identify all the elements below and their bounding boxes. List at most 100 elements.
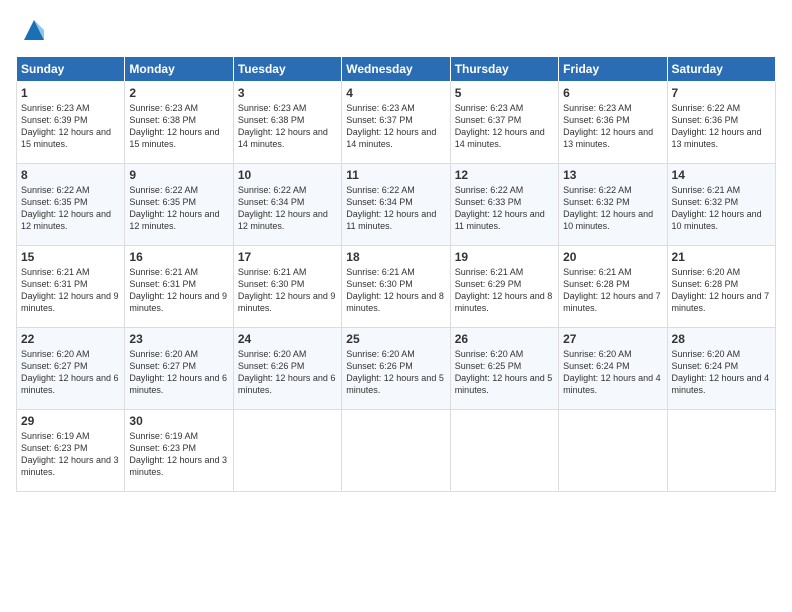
cell-content: Sunrise: 6:23 AMSunset: 6:36 PMDaylight:… <box>563 102 662 151</box>
col-header-saturday: Saturday <box>667 57 775 82</box>
cell-content: Sunrise: 6:23 AMSunset: 6:37 PMDaylight:… <box>455 102 554 151</box>
calendar-cell: 14 Sunrise: 6:21 AMSunset: 6:32 PMDayligh… <box>667 164 775 246</box>
cell-content: Sunrise: 6:23 AMSunset: 6:38 PMDaylight:… <box>238 102 337 151</box>
calendar-cell: 13Sunrise: 6:22 AMSunset: 6:32 PMDayligh… <box>559 164 667 246</box>
col-header-sunday: Sunday <box>17 57 125 82</box>
cell-content: Sunrise: 6:20 AMSunset: 6:25 PMDaylight:… <box>455 348 554 397</box>
calendar-week-2: 8 Sunrise: 6:22 AMSunset: 6:35 PMDaylight… <box>17 164 776 246</box>
calendar-cell: 25 Sunrise: 6:20 AMSunset: 6:26 PMDayligh… <box>342 328 450 410</box>
calendar-week-4: 22 Sunrise: 6:20 AMSunset: 6:27 PMDayligh… <box>17 328 776 410</box>
day-number: 11 <box>346 168 445 182</box>
calendar-cell: 1 Sunrise: 6:23 AMSunset: 6:39 PMDaylight… <box>17 82 125 164</box>
col-header-wednesday: Wednesday <box>342 57 450 82</box>
calendar-cell: 26 Sunrise: 6:20 AMSunset: 6:25 PMDayligh… <box>450 328 558 410</box>
cell-content: Sunrise: 6:21 AMSunset: 6:30 PMDaylight:… <box>346 266 445 315</box>
day-number: 19 <box>455 250 554 264</box>
calendar-cell: 15Sunrise: 6:21 AMSunset: 6:31 PMDayligh… <box>17 246 125 328</box>
cell-content: Sunrise: 6:22 AMSunset: 6:35 PMDaylight:… <box>129 184 228 233</box>
day-number: 29 <box>21 414 120 428</box>
day-number: 23 <box>129 332 228 346</box>
cell-content: Sunrise: 6:21 AMSunset: 6:28 PMDaylight:… <box>563 266 662 315</box>
cell-content: Sunrise: 6:22 AMSunset: 6:33 PMDaylight:… <box>455 184 554 233</box>
calendar-cell: 8 Sunrise: 6:22 AMSunset: 6:35 PMDaylight… <box>17 164 125 246</box>
calendar-cell: 10 Sunrise: 6:22 AMSunset: 6:34 PMDayligh… <box>233 164 341 246</box>
calendar-cell: 4 Sunrise: 6:23 AMSunset: 6:37 PMDaylight… <box>342 82 450 164</box>
calendar-cell: 18 Sunrise: 6:21 AMSunset: 6:30 PMDayligh… <box>342 246 450 328</box>
cell-content: Sunrise: 6:23 AMSunset: 6:37 PMDaylight:… <box>346 102 445 151</box>
day-number: 3 <box>238 86 337 100</box>
calendar-week-5: 29 Sunrise: 6:19 AMSunset: 6:23 PMDayligh… <box>17 410 776 492</box>
day-number: 17 <box>238 250 337 264</box>
cell-content: Sunrise: 6:20 AMSunset: 6:26 PMDaylight:… <box>346 348 445 397</box>
calendar-cell: 24Sunrise: 6:20 AMSunset: 6:26 PMDayligh… <box>233 328 341 410</box>
calendar-cell: 21 Sunrise: 6:20 AMSunset: 6:28 PMDayligh… <box>667 246 775 328</box>
cell-content: Sunrise: 6:20 AMSunset: 6:24 PMDaylight:… <box>563 348 662 397</box>
cell-content: Sunrise: 6:19 AMSunset: 6:23 PMDaylight:… <box>129 430 228 479</box>
day-number: 22 <box>21 332 120 346</box>
calendar-cell: 17 Sunrise: 6:21 AMSunset: 6:30 PMDayligh… <box>233 246 341 328</box>
day-number: 18 <box>346 250 445 264</box>
calendar-cell: 27 Sunrise: 6:20 AMSunset: 6:24 PMDayligh… <box>559 328 667 410</box>
calendar-cell: 2Sunrise: 6:23 AMSunset: 6:38 PMDaylight… <box>125 82 233 164</box>
day-number: 26 <box>455 332 554 346</box>
calendar-week-1: 1 Sunrise: 6:23 AMSunset: 6:39 PMDaylight… <box>17 82 776 164</box>
calendar-cell <box>559 410 667 492</box>
day-number: 30 <box>129 414 228 428</box>
cell-content: Sunrise: 6:23 AMSunset: 6:39 PMDaylight:… <box>21 102 120 151</box>
cell-content: Sunrise: 6:21 AMSunset: 6:31 PMDaylight:… <box>21 266 120 315</box>
calendar-cell: 5 Sunrise: 6:23 AMSunset: 6:37 PMDaylight… <box>450 82 558 164</box>
calendar-cell: 30 Sunrise: 6:19 AMSunset: 6:23 PMDayligh… <box>125 410 233 492</box>
day-number: 28 <box>672 332 771 346</box>
cell-content: Sunrise: 6:22 AMSunset: 6:34 PMDaylight:… <box>346 184 445 233</box>
cell-content: Sunrise: 6:21 AMSunset: 6:32 PMDaylight:… <box>672 184 771 233</box>
cell-content: Sunrise: 6:20 AMSunset: 6:26 PMDaylight:… <box>238 348 337 397</box>
cell-content: Sunrise: 6:23 AMSunset: 6:38 PMDaylight:… <box>129 102 228 151</box>
calendar-cell: 19 Sunrise: 6:21 AMSunset: 6:29 PMDayligh… <box>450 246 558 328</box>
cell-content: Sunrise: 6:19 AMSunset: 6:23 PMDaylight:… <box>21 430 120 479</box>
day-number: 16 <box>129 250 228 264</box>
calendar-table: SundayMondayTuesdayWednesdayThursdayFrid… <box>16 56 776 492</box>
col-header-friday: Friday <box>559 57 667 82</box>
day-number: 1 <box>21 86 120 100</box>
cell-content: Sunrise: 6:22 AMSunset: 6:36 PMDaylight:… <box>672 102 771 151</box>
calendar-cell <box>667 410 775 492</box>
cell-content: Sunrise: 6:22 AMSunset: 6:35 PMDaylight:… <box>21 184 120 233</box>
day-number: 9 <box>129 168 228 182</box>
calendar-header-row: SundayMondayTuesdayWednesdayThursdayFrid… <box>17 57 776 82</box>
col-header-monday: Monday <box>125 57 233 82</box>
calendar-cell: 12 Sunrise: 6:22 AMSunset: 6:33 PMDayligh… <box>450 164 558 246</box>
calendar-cell: 16 Sunrise: 6:21 AMSunset: 6:31 PMDayligh… <box>125 246 233 328</box>
day-number: 5 <box>455 86 554 100</box>
day-number: 25 <box>346 332 445 346</box>
day-number: 4 <box>346 86 445 100</box>
calendar-week-3: 15Sunrise: 6:21 AMSunset: 6:31 PMDayligh… <box>17 246 776 328</box>
calendar-cell: 22 Sunrise: 6:20 AMSunset: 6:27 PMDayligh… <box>17 328 125 410</box>
day-number: 12 <box>455 168 554 182</box>
calendar-cell: 7 Sunrise: 6:22 AMSunset: 6:36 PMDaylight… <box>667 82 775 164</box>
day-number: 21 <box>672 250 771 264</box>
cell-content: Sunrise: 6:20 AMSunset: 6:24 PMDaylight:… <box>672 348 771 397</box>
cell-content: Sunrise: 6:20 AMSunset: 6:28 PMDaylight:… <box>672 266 771 315</box>
cell-content: Sunrise: 6:21 AMSunset: 6:30 PMDaylight:… <box>238 266 337 315</box>
cell-content: Sunrise: 6:21 AMSunset: 6:31 PMDaylight:… <box>129 266 228 315</box>
calendar-cell: 3 Sunrise: 6:23 AMSunset: 6:38 PMDaylight… <box>233 82 341 164</box>
calendar-cell <box>233 410 341 492</box>
day-number: 6 <box>563 86 662 100</box>
day-number: 10 <box>238 168 337 182</box>
col-header-tuesday: Tuesday <box>233 57 341 82</box>
calendar-cell: 28 Sunrise: 6:20 AMSunset: 6:24 PMDayligh… <box>667 328 775 410</box>
day-number: 14 <box>672 168 771 182</box>
cell-content: Sunrise: 6:21 AMSunset: 6:29 PMDaylight:… <box>455 266 554 315</box>
cell-content: Sunrise: 6:20 AMSunset: 6:27 PMDaylight:… <box>21 348 120 397</box>
day-number: 27 <box>563 332 662 346</box>
calendar-cell: 29 Sunrise: 6:19 AMSunset: 6:23 PMDayligh… <box>17 410 125 492</box>
day-number: 7 <box>672 86 771 100</box>
header <box>16 16 776 44</box>
cell-content: Sunrise: 6:22 AMSunset: 6:34 PMDaylight:… <box>238 184 337 233</box>
day-number: 20 <box>563 250 662 264</box>
day-number: 13 <box>563 168 662 182</box>
calendar-cell: 23 Sunrise: 6:20 AMSunset: 6:27 PMDayligh… <box>125 328 233 410</box>
day-number: 8 <box>21 168 120 182</box>
cell-content: Sunrise: 6:20 AMSunset: 6:27 PMDaylight:… <box>129 348 228 397</box>
calendar-cell <box>450 410 558 492</box>
